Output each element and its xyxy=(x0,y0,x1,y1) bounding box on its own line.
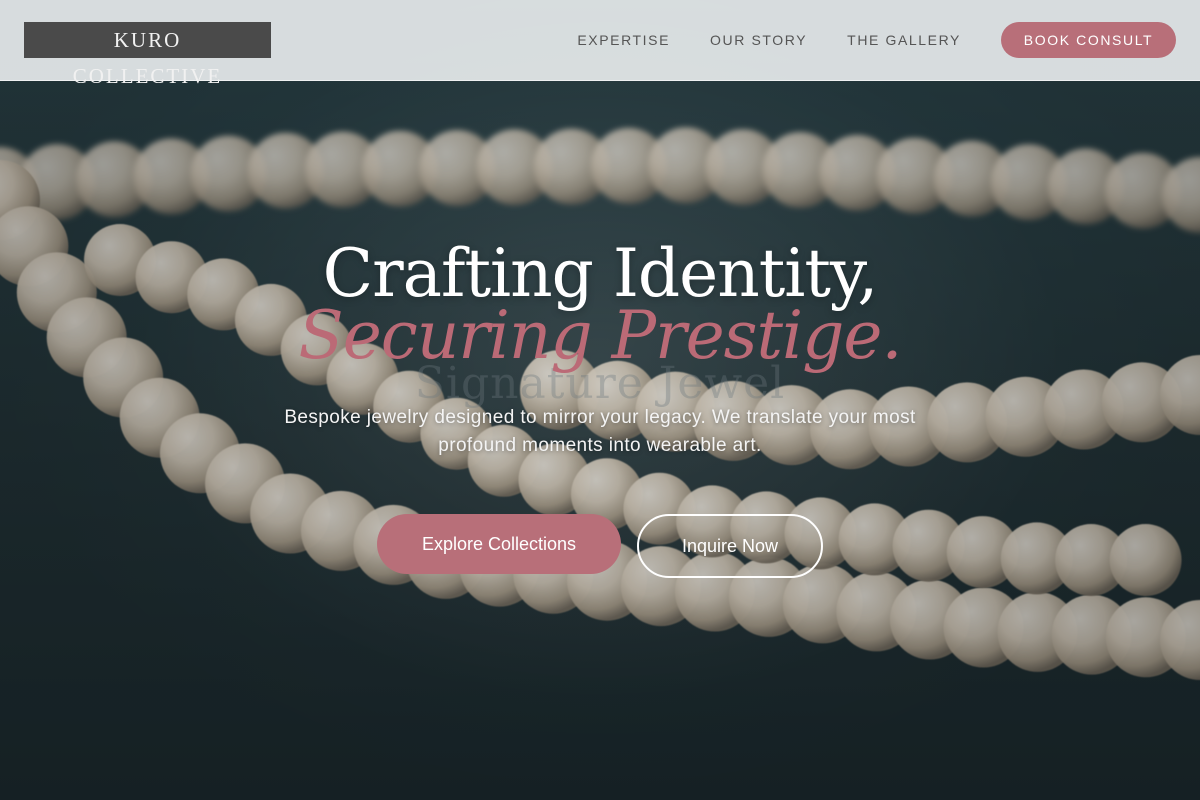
site-header: KURO COLLECTIVE EXPERTISE OUR STORY THE … xyxy=(0,0,1200,88)
brand-logo[interactable]: KURO COLLECTIVE xyxy=(24,22,271,88)
inquire-now-button[interactable]: Inquire Now xyxy=(637,514,823,578)
nav-expertise[interactable]: EXPERTISE xyxy=(577,32,670,48)
hero-content: Crafting Identity, Securing Prestige. Be… xyxy=(0,232,1200,578)
hero-subtitle: Bespoke jewelry designed to mirror your … xyxy=(284,407,916,456)
book-consult-button[interactable]: BOOK CONSULT xyxy=(1001,22,1176,58)
explore-collections-button[interactable]: Explore Collections xyxy=(377,514,621,574)
hero-buttons: Explore Collections Inquire Now xyxy=(0,514,1200,578)
main-nav: EXPERTISE OUR STORY THE GALLERY BOOK CON… xyxy=(577,22,1176,58)
nav-gallery[interactable]: THE GALLERY xyxy=(847,32,961,48)
nav-our-story[interactable]: OUR STORY xyxy=(710,32,807,48)
hero-headline-accent: Securing Prestige. xyxy=(298,297,903,374)
